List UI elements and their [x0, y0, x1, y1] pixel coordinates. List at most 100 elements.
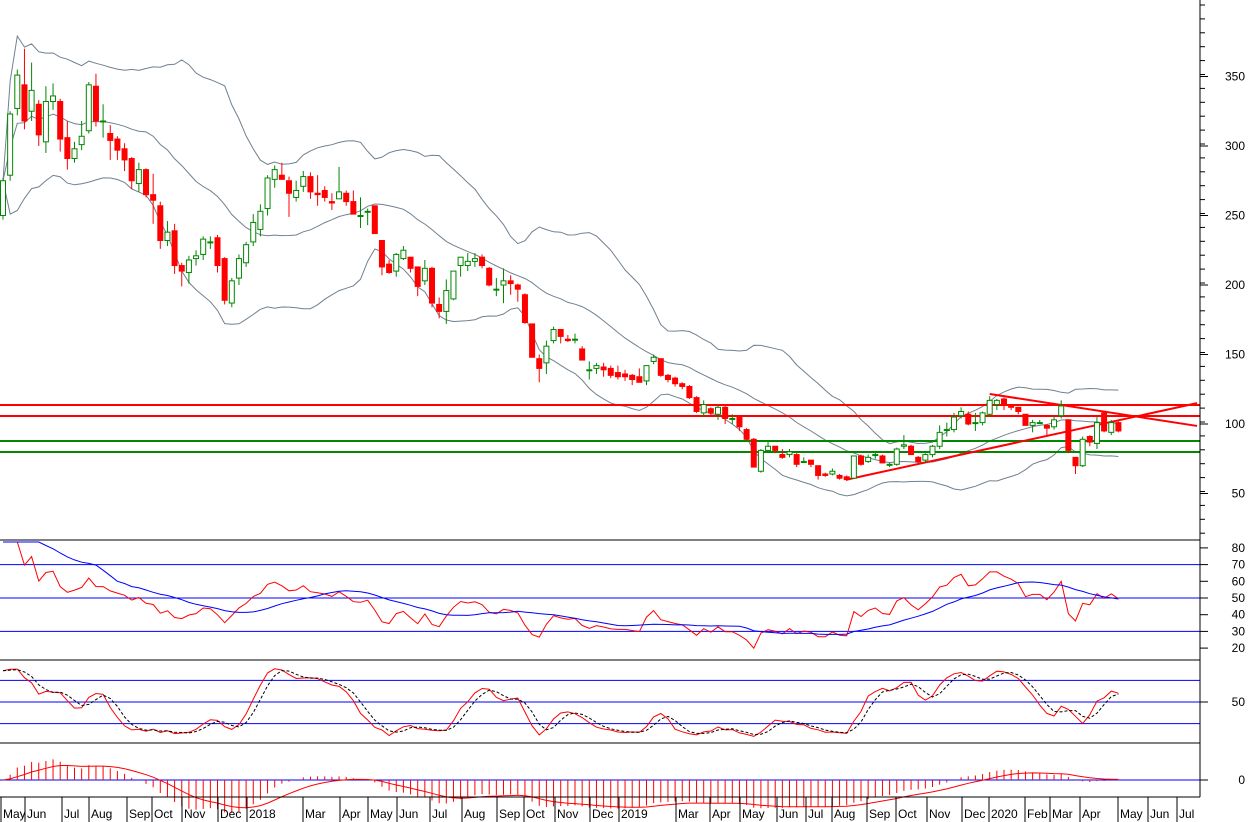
time-tick-label: Aug — [464, 807, 485, 821]
price-tick-label: 250 — [1225, 209, 1245, 223]
time-tick-label: Apr — [1082, 807, 1101, 821]
candle-body — [78, 135, 85, 146]
candle-body — [700, 404, 707, 414]
time-tick-label: May — [3, 807, 26, 821]
price-tick-label: 50 — [1232, 487, 1246, 501]
candle-body — [614, 372, 621, 378]
rsi-panel — [0, 541, 1200, 650]
candle-body — [772, 445, 779, 451]
candle-body — [572, 338, 578, 341]
candle-body — [736, 416, 743, 428]
candle-body — [586, 369, 593, 372]
rsi-line — [3, 541, 1119, 650]
candle-body — [1015, 406, 1022, 412]
candle-body — [743, 429, 750, 440]
candle-body — [235, 258, 242, 279]
candle-body — [350, 201, 357, 215]
candle-body — [164, 231, 171, 242]
macd-tick-label: 0 — [1238, 773, 1245, 787]
candle-body — [529, 323, 536, 358]
candle-body — [479, 256, 486, 267]
time-tick-label: 2019 — [621, 807, 648, 821]
stochastic-tick-label: 50 — [1232, 695, 1246, 709]
time-tick-label: May — [1120, 807, 1143, 821]
time-tick-label: Oct — [526, 807, 545, 821]
candle-body — [900, 444, 907, 447]
candle-body — [71, 148, 78, 160]
candle-body — [1086, 436, 1093, 443]
candle-body — [622, 373, 629, 378]
candle-body — [264, 177, 271, 210]
candle-body — [929, 445, 936, 456]
candle-body — [92, 85, 99, 122]
time-tick-label: Jun — [27, 807, 46, 821]
time-tick-label: Dec — [964, 807, 985, 821]
time-tick-label: Apr — [712, 807, 731, 821]
time-tick-label: Mar — [305, 807, 326, 821]
time-tick-label: May — [370, 807, 393, 821]
rsi-tick-label: 50 — [1232, 591, 1246, 605]
candle-body — [815, 465, 822, 476]
macd-panel — [0, 759, 1200, 813]
time-tick-label: Nov — [929, 807, 950, 821]
candle-body — [28, 89, 35, 112]
rsi-tick-label: 60 — [1232, 574, 1246, 588]
candle-body — [1115, 422, 1122, 432]
candle-body — [378, 240, 385, 268]
time-tick-label: Jul — [64, 807, 79, 821]
candle-body — [278, 174, 285, 180]
time-tick-label: Mar — [678, 807, 699, 821]
time-tick-label: May — [742, 807, 765, 821]
candle-body — [564, 338, 571, 342]
time-tick-label: Oct — [154, 807, 173, 821]
candle-body — [579, 348, 586, 361]
candle-body — [550, 328, 557, 342]
candle-body — [64, 137, 71, 160]
candle-body — [722, 406, 729, 419]
candle-body — [328, 201, 335, 204]
candle-body — [750, 438, 757, 468]
rsi-tick-label: 70 — [1232, 558, 1246, 572]
candle-body — [693, 397, 700, 412]
candle-body — [293, 189, 300, 198]
time-tick-label: Nov — [557, 807, 578, 821]
candle-body — [271, 169, 278, 180]
candle-body — [1029, 422, 1036, 426]
candle-body — [858, 455, 864, 465]
candle-body — [421, 267, 428, 282]
candle-body — [979, 412, 986, 424]
candle-body — [114, 138, 121, 151]
candle-body — [307, 176, 314, 193]
candle-body — [500, 280, 507, 286]
candle-body — [178, 265, 185, 272]
candle-body — [915, 456, 922, 463]
candle-body — [1065, 419, 1072, 451]
candle-body — [57, 101, 64, 140]
candle-body — [50, 95, 57, 103]
candle-body — [965, 413, 972, 425]
time-tick-label: 2020 — [991, 807, 1018, 821]
time-tick-label: Oct — [898, 807, 917, 821]
candle-body — [872, 454, 879, 457]
price-tick-label: 300 — [1225, 139, 1245, 153]
time-tick-label: Jun — [1150, 807, 1169, 821]
candle-body — [1043, 424, 1050, 429]
candle-body — [829, 470, 836, 475]
stochastic-k-line — [2, 668, 1119, 737]
candle-body — [893, 448, 900, 465]
candle-body — [1008, 405, 1015, 408]
candle-body — [993, 399, 1000, 406]
candle-body — [1093, 422, 1100, 444]
candle-body — [393, 253, 400, 272]
rsi-ma-line — [3, 541, 1119, 635]
candle-body — [157, 205, 164, 242]
candle-body — [42, 101, 49, 143]
stochastic-panel — [0, 668, 1200, 737]
candle-body — [486, 267, 493, 286]
candle-body — [471, 258, 478, 262]
candle-body — [414, 266, 421, 287]
candle-body — [1072, 456, 1079, 467]
candle-body — [536, 358, 543, 369]
candle-body — [922, 454, 929, 461]
candle-body — [443, 290, 450, 312]
